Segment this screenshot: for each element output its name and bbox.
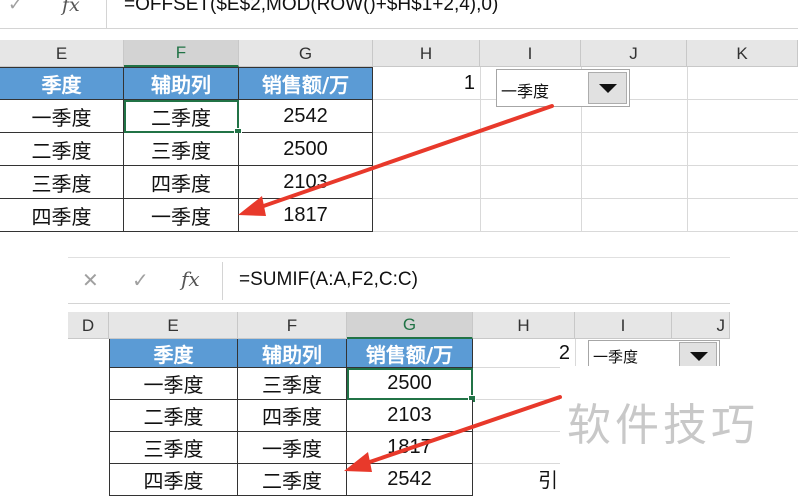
top-arrow-head — [238, 196, 266, 216]
bottom-arrow-head — [344, 452, 372, 472]
top-arrow — [250, 104, 554, 212]
bottom-arrow — [356, 395, 562, 468]
annotation-arrows — [238, 104, 562, 472]
